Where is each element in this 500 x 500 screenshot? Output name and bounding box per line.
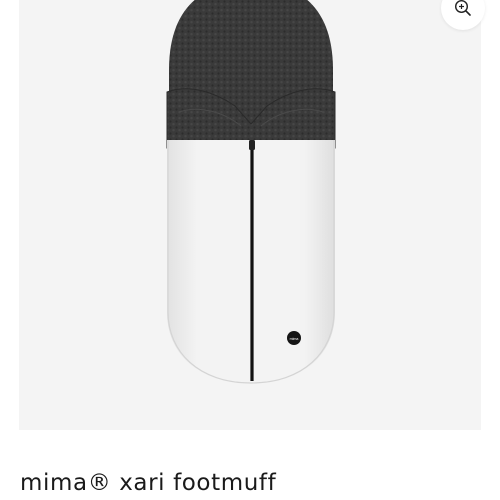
- product-media-gallery[interactable]: mima: [19, 0, 485, 430]
- product-image[interactable]: mima: [19, 0, 481, 430]
- brand-logo-text: mima: [290, 337, 299, 341]
- product-page: mima mima® xari footmuff: [0, 0, 500, 500]
- zoom-in-icon: [455, 0, 471, 16]
- product-title: mima® xari footmuff: [20, 470, 277, 496]
